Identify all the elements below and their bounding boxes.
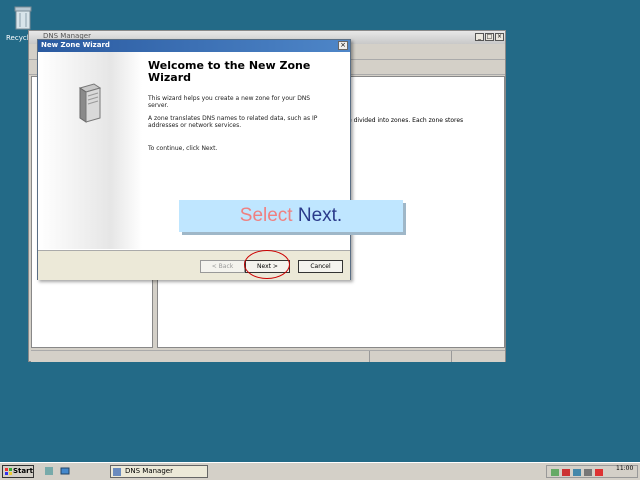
close-button[interactable]: × <box>495 33 504 41</box>
taskbar-dns-manager[interactable]: DNS Manager <box>110 465 208 478</box>
instruction-callout: Select Next. <box>179 200 403 232</box>
cancel-button[interactable]: Cancel <box>298 260 343 273</box>
show-desktop-icon[interactable] <box>60 466 70 476</box>
recycle-bin-icon[interactable] <box>12 4 34 32</box>
security-icon[interactable] <box>562 469 570 476</box>
instruction-text: Select Next. <box>179 205 403 227</box>
server-manager-icon[interactable] <box>44 466 54 476</box>
wizard-zone-text: A zone translates DNS names to related d… <box>148 115 318 129</box>
wizard-title: New Zone Wizard <box>41 41 110 49</box>
taskbar-clock[interactable]: 11:00 <box>616 465 633 472</box>
next-highlight-circle <box>244 250 290 279</box>
wizard-side-panel <box>38 52 142 249</box>
wizard-button-bar: < Back Next > Cancel <box>38 250 350 280</box>
minimize-button[interactable]: _ <box>475 33 484 41</box>
back-button[interactable]: < Back <box>200 260 245 273</box>
wizard-titlebar[interactable]: New Zone Wizard × <box>38 40 350 52</box>
server-icon <box>78 83 102 123</box>
status-bar <box>31 350 505 362</box>
windows-logo-icon <box>5 468 12 475</box>
start-label: Start <box>13 467 33 475</box>
wizard-continue-text: To continue, click Next. <box>148 145 218 152</box>
notification-icon[interactable] <box>595 469 603 476</box>
instruction-target: Next. <box>297 205 343 226</box>
instruction-verb: Select <box>239 205 298 226</box>
wizard-close-button[interactable]: × <box>338 41 348 50</box>
network-icon[interactable] <box>551 469 559 476</box>
display-icon[interactable] <box>573 469 581 476</box>
wizard-intro-text: This wizard helps you create a new zone … <box>148 95 311 109</box>
taskbar: Start DNS Manager <box>0 462 640 480</box>
maximize-button[interactable]: □ <box>485 33 494 41</box>
dns-icon <box>113 468 121 476</box>
wizard-heading: Welcome to the New Zone Wizard <box>148 59 311 84</box>
details-description: e divided into zones. Each zone stores <box>348 117 464 124</box>
start-button[interactable]: Start <box>2 465 34 478</box>
new-zone-wizard-dialog: New Zone Wizard × Welcome to the New Zon… <box>37 39 351 280</box>
taskbar-item-label: DNS Manager <box>125 467 173 475</box>
volume-icon[interactable] <box>584 469 592 476</box>
